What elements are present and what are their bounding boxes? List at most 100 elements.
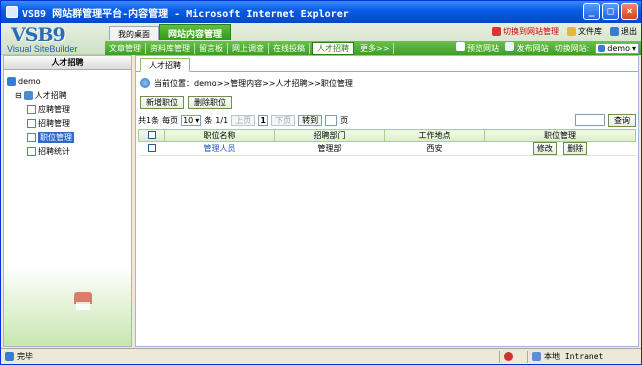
status-bar: 完毕 本地 Intranet [1, 348, 641, 364]
per-page-select[interactable]: 10 ▾ [181, 114, 202, 126]
column-header: 工作地点 [384, 129, 485, 142]
tree-item-recruitment[interactable]: 招聘管理 [7, 116, 128, 130]
security-cell [499, 350, 527, 363]
zone-cell: 本地 Intranet [527, 350, 641, 363]
column-header: 职位管理 [484, 129, 636, 142]
ie-icon [6, 6, 18, 18]
browser-window: VSB9 网站群管理平台-内容管理 - Microsoft Internet E… [0, 0, 642, 365]
exit-link[interactable]: 退出 [610, 26, 637, 37]
switch-to-site-management-link[interactable]: 切换到网站管理 [492, 26, 559, 37]
window-title: VSB9 网站群管理平台-内容管理 - Microsoft Internet E… [22, 8, 349, 20]
positions-table: 职位名称 招聘部门 工作地点 职位管理 管理人员 管理部 西安 修改 删除 [138, 129, 636, 156]
tree-item-label: 招聘管理 [38, 118, 70, 128]
row-checkbox[interactable] [147, 143, 156, 152]
folder-icon [567, 27, 576, 36]
security-icon [504, 352, 513, 361]
logo-brand: VSB9 [11, 24, 66, 46]
sidebar-title: 人才招聘 [4, 56, 131, 70]
chevron-down-icon: ▾ [631, 43, 636, 53]
tree-root[interactable]: demo [7, 74, 128, 88]
edit-button[interactable]: 修改 [532, 142, 557, 155]
nav-item-survey[interactable]: 网上调查 [228, 42, 269, 54]
close-button[interactable]: × [621, 3, 638, 20]
file-library-link[interactable]: 文件库 [567, 26, 602, 37]
nav-item-submission[interactable]: 在线投稿 [269, 42, 310, 54]
column-header: 招聘部门 [274, 129, 385, 142]
nav-item-recruitment[interactable]: 人才招聘 [312, 41, 354, 55]
prev-page-button[interactable]: 上页 [231, 114, 256, 126]
pager: 共1条 每页 10 ▾ 条 1/1 上页 1 下页 转到 页 查询 [138, 113, 636, 127]
decorative-landscape [4, 266, 131, 346]
breadcrumb: 当前位置：demo>>管理内容>>人才招聘>>职位管理 [140, 75, 634, 91]
publish-icon [505, 42, 515, 51]
table-row: 管理人员 管理部 西安 修改 删除 [138, 141, 636, 156]
search-input[interactable] [575, 114, 605, 126]
page-icon [27, 104, 36, 114]
logo-subtitle: Visual SiteBuilder [7, 44, 78, 54]
nav-item-articles[interactable]: 文章管理 [105, 42, 146, 54]
header-banner: VSB9 Visual SiteBuilder 我的桌面 网站内容管理 切换到网… [1, 23, 641, 55]
site-icon [598, 44, 606, 52]
main-content: 人才招聘 当前位置：demo>>管理内容>>人才招聘>>职位管理 新增职位 删除… [135, 55, 639, 347]
tree: demo ⊟ 人才招聘 应聘管理 招聘管理 职位管理 招聘统计 [4, 70, 131, 162]
next-page-button[interactable]: 下页 [271, 114, 296, 126]
chevron-down-icon: ▾ [195, 115, 200, 125]
tree-item-label: 职位管理 [38, 131, 74, 143]
department-cell: 管理部 [274, 141, 385, 156]
per-page-label: 每页 [162, 115, 179, 125]
collapse-icon: ⊟ [15, 90, 22, 100]
switch-site-label: 切换网站: [554, 43, 590, 53]
minimize-button[interactable]: _ [583, 3, 600, 20]
position-name-link[interactable]: 管理人员 [204, 144, 236, 153]
goto-button[interactable]: 转到 [298, 114, 323, 126]
tab-content-management[interactable]: 网站内容管理 [159, 24, 232, 40]
select-all-header [138, 129, 165, 142]
search-button[interactable]: 查询 [608, 113, 636, 127]
page-unit: 页 [340, 115, 349, 125]
content-tabstrip: 人才招聘 [136, 56, 638, 72]
tree-group[interactable]: ⊟ 人才招聘 [7, 88, 128, 102]
status-text: 完毕 [17, 352, 33, 361]
publish-site-link[interactable]: 发布网站 [505, 42, 549, 54]
site-select[interactable]: demo ▾ [595, 42, 639, 54]
page-icon [27, 118, 36, 128]
delete-position-button[interactable]: 删除职位 [188, 96, 232, 109]
add-position-button[interactable]: 新增职位 [140, 96, 184, 109]
page-info: 1/1 [215, 115, 229, 125]
nav-item-more[interactable]: 更多>> [356, 42, 395, 54]
tab-recruitment[interactable]: 人才招聘 [140, 58, 190, 72]
tree-item-label: 应聘管理 [38, 104, 70, 114]
site-icon [7, 76, 16, 86]
maximize-button[interactable]: □ [602, 3, 619, 20]
tree-group-label: 人才招聘 [34, 90, 67, 100]
nav-item-library[interactable]: 资料库管理 [146, 42, 195, 54]
breadcrumb-text: 当前位置：demo>>管理内容>>人才招聘>>职位管理 [154, 78, 353, 88]
sidebar: 人才招聘 demo ⊟ 人才招聘 应聘管理 招聘管理 职位管理 招聘统计 [3, 55, 132, 347]
current-page: 1 [258, 114, 269, 126]
per-page-unit: 条 [204, 115, 213, 125]
total-count: 共1条 [138, 115, 160, 125]
tree-item-applications[interactable]: 应聘管理 [7, 102, 128, 116]
page-done-icon [5, 352, 14, 361]
intranet-icon [532, 352, 541, 361]
page-icon [27, 146, 36, 156]
preview-icon [455, 42, 465, 51]
preview-site-link[interactable]: 预览网站 [455, 42, 499, 54]
globe-icon [140, 78, 150, 88]
group-icon [23, 90, 33, 100]
page-icon [27, 132, 36, 142]
status-done: 完毕 [1, 351, 499, 363]
column-header: 职位名称 [164, 129, 275, 142]
delete-button[interactable]: 删除 [563, 142, 588, 155]
tree-item-positions[interactable]: 职位管理 [7, 130, 128, 144]
goto-page-input[interactable] [325, 114, 338, 126]
select-all-checkbox[interactable] [147, 130, 156, 139]
zone-text: 本地 Intranet [544, 352, 604, 361]
tree-item-label: 招聘统计 [38, 146, 70, 156]
nav-item-guestbook[interactable]: 留言板 [195, 42, 228, 54]
title-bar: VSB9 网站群管理平台-内容管理 - Microsoft Internet E… [1, 1, 641, 23]
tree-root-label: demo [18, 76, 41, 86]
tab-desktop[interactable]: 我的桌面 [109, 26, 159, 40]
tree-item-statistics[interactable]: 招聘统计 [7, 144, 128, 158]
switch-icon [492, 27, 501, 36]
